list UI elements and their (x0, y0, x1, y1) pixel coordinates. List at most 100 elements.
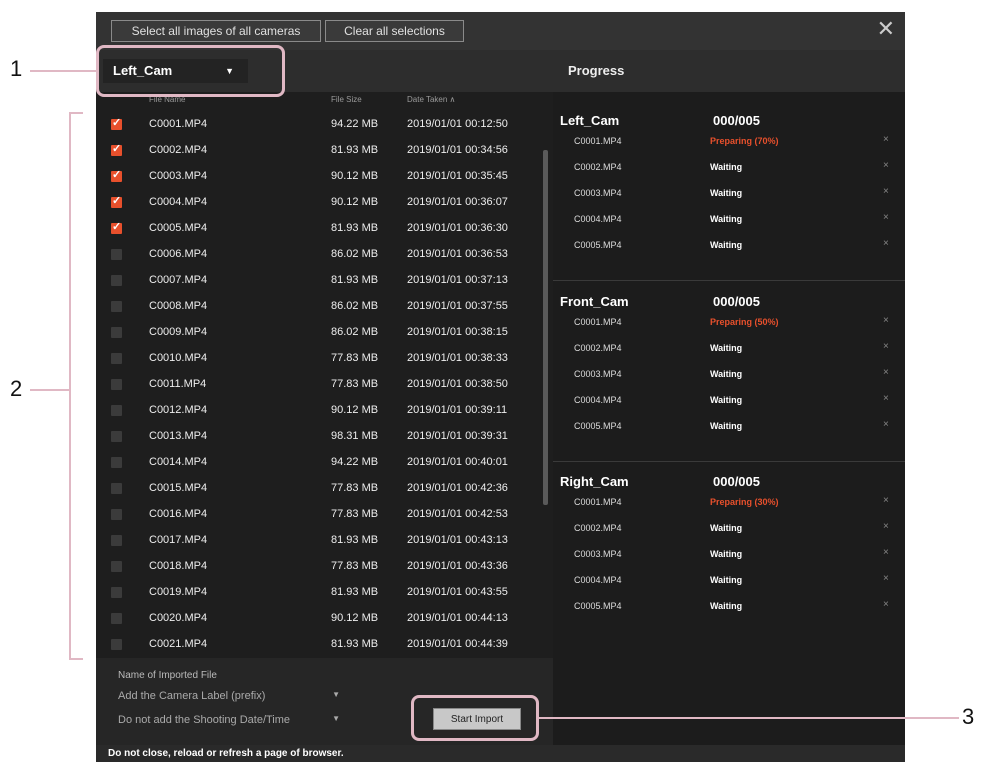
file-checkbox[interactable] (111, 561, 122, 572)
column-date-taken[interactable]: Date Taken ∧ (407, 95, 455, 104)
file-row[interactable]: C0002.MP4 81.93 MB 2019/01/01 00:34:56 (96, 138, 546, 164)
file-checkbox[interactable] (111, 116, 122, 130)
file-row[interactable]: C0006.MP4 86.02 MB 2019/01/01 00:36:53 (96, 242, 546, 268)
file-date: 2019/01/01 00:39:11 (407, 404, 508, 416)
file-date: 2019/01/01 00:37:13 (407, 274, 508, 286)
file-row[interactable]: C0014.MP4 94.22 MB 2019/01/01 00:40:01 (96, 450, 546, 476)
file-row[interactable]: C0017.MP4 81.93 MB 2019/01/01 00:43:13 (96, 528, 546, 554)
file-row[interactable]: C0021.MP4 81.93 MB 2019/01/01 00:44:39 (96, 632, 546, 658)
file-checkbox[interactable] (111, 483, 122, 494)
remove-icon[interactable]: × (883, 573, 889, 584)
file-row[interactable]: C0009.MP4 86.02 MB 2019/01/01 00:38:15 (96, 320, 546, 346)
file-row[interactable]: C0011.MP4 77.83 MB 2019/01/01 00:38:50 (96, 372, 546, 398)
file-date: 2019/01/01 00:44:39 (407, 638, 508, 650)
file-row[interactable]: C0020.MP4 90.12 MB 2019/01/01 00:44:13 (96, 606, 546, 632)
file-checkbox[interactable] (111, 327, 122, 338)
file-checkbox[interactable] (111, 220, 122, 234)
remove-icon[interactable]: × (883, 341, 889, 352)
progress-item: C0001.MP4 Preparing (50%) × (553, 312, 905, 338)
file-checkbox[interactable] (111, 379, 122, 390)
callout-bracket-2 (69, 112, 71, 660)
remove-icon[interactable]: × (883, 160, 889, 171)
file-row[interactable]: C0005.MP4 81.93 MB 2019/01/01 00:36:30 (96, 216, 546, 242)
file-name: C0015.MP4 (149, 482, 208, 494)
file-row[interactable]: C0019.MP4 81.93 MB 2019/01/01 00:43:55 (96, 580, 546, 606)
file-row[interactable]: C0016.MP4 77.83 MB 2019/01/01 00:42:53 (96, 502, 546, 528)
remove-icon[interactable]: × (883, 393, 889, 404)
file-checkbox[interactable] (111, 587, 122, 598)
file-row[interactable]: C0010.MP4 77.83 MB 2019/01/01 00:38:33 (96, 346, 546, 372)
callout-bracket-top-2 (69, 112, 83, 114)
file-checkbox[interactable] (111, 613, 122, 624)
progress-item: C0004.MP4 Waiting × (553, 390, 905, 416)
file-size: 86.02 MB (331, 300, 379, 312)
file-date: 2019/01/01 00:36:30 (407, 222, 508, 234)
remove-icon[interactable]: × (883, 315, 889, 326)
remove-icon[interactable]: × (883, 495, 889, 506)
file-checkbox[interactable] (111, 142, 122, 156)
remove-icon[interactable]: × (883, 521, 889, 532)
callout-box-1 (96, 45, 285, 97)
remove-icon[interactable]: × (883, 599, 889, 610)
file-name: C0008.MP4 (149, 300, 208, 312)
file-row[interactable]: C0001.MP4 94.22 MB 2019/01/01 00:12:50 (96, 112, 546, 138)
prefix-select[interactable]: Add the Camera Label (prefix) ▼ (118, 690, 340, 702)
file-row[interactable]: C0004.MP4 90.12 MB 2019/01/01 00:36:07 (96, 190, 546, 216)
file-checkbox[interactable] (111, 535, 122, 546)
callout-line-2 (30, 389, 69, 391)
remove-icon[interactable]: × (883, 134, 889, 145)
file-checkbox[interactable] (111, 509, 122, 520)
file-row[interactable]: C0012.MP4 90.12 MB 2019/01/01 00:39:11 (96, 398, 546, 424)
file-row[interactable]: C0007.MP4 81.93 MB 2019/01/01 00:37:13 (96, 268, 546, 294)
file-checkbox[interactable] (111, 431, 122, 442)
remove-icon[interactable]: × (883, 238, 889, 249)
clear-all-button[interactable]: Clear all selections (325, 20, 464, 42)
file-size: 81.93 MB (331, 534, 379, 546)
progress-item: C0002.MP4 Waiting × (553, 518, 905, 544)
remove-icon[interactable]: × (883, 212, 889, 223)
file-checkbox[interactable] (111, 194, 122, 208)
progress-status: Waiting (710, 240, 743, 250)
progress-camera-name: Left_Cam (560, 113, 620, 128)
progress-file: C0002.MP4 (574, 162, 622, 172)
file-checkbox[interactable] (111, 249, 122, 260)
file-checkbox[interactable] (111, 405, 122, 416)
progress-file: C0003.MP4 (574, 188, 622, 198)
file-name: C0009.MP4 (149, 326, 208, 338)
progress-file: C0002.MP4 (574, 523, 622, 533)
remove-icon[interactable]: × (883, 367, 889, 378)
date-select[interactable]: Do not add the Shooting Date/Time ▼ (118, 714, 340, 726)
warning-footer: Do not close, reload or refresh a page o… (96, 745, 905, 762)
callout-line-1 (30, 70, 96, 72)
select-all-button[interactable]: Select all images of all cameras (111, 20, 321, 42)
file-checkbox[interactable] (111, 457, 122, 468)
progress-group: Left_Cam 000/005 C0001.MP4 Preparing (70%) ×… (553, 105, 905, 280)
progress-status: Preparing (70%) (710, 136, 779, 146)
scrollbar[interactable] (543, 150, 548, 505)
file-checkbox[interactable] (111, 353, 122, 364)
file-date: 2019/01/01 00:43:13 (407, 534, 508, 546)
file-checkbox[interactable] (111, 301, 122, 312)
file-date: 2019/01/01 00:38:50 (407, 378, 508, 390)
file-date: 2019/01/01 00:42:53 (407, 508, 508, 520)
progress-item: C0004.MP4 Waiting × (553, 209, 905, 235)
file-row[interactable]: C0015.MP4 77.83 MB 2019/01/01 00:42:36 (96, 476, 546, 502)
callout-number-3: 3 (962, 704, 975, 729)
remove-icon[interactable]: × (883, 186, 889, 197)
file-row[interactable]: C0008.MP4 86.02 MB 2019/01/01 00:37:55 (96, 294, 546, 320)
file-row[interactable]: C0018.MP4 77.83 MB 2019/01/01 00:43:36 (96, 554, 546, 580)
file-checkbox[interactable] (111, 168, 122, 182)
remove-icon[interactable]: × (883, 547, 889, 558)
column-file-size[interactable]: File Size (331, 95, 362, 104)
remove-icon[interactable]: × (883, 419, 889, 430)
progress-file: C0002.MP4 (574, 343, 622, 353)
file-checkbox[interactable] (111, 639, 122, 650)
close-icon[interactable]: ✕ (877, 16, 895, 42)
progress-status: Waiting (710, 421, 743, 431)
file-row[interactable]: C0003.MP4 90.12 MB 2019/01/01 00:35:45 (96, 164, 546, 190)
file-row[interactable]: C0013.MP4 98.31 MB 2019/01/01 00:39:31 (96, 424, 546, 450)
file-name: C0014.MP4 (149, 456, 208, 468)
progress-item: C0004.MP4 Waiting × (553, 570, 905, 596)
file-checkbox[interactable] (111, 275, 122, 286)
file-name: C0003.MP4 (149, 170, 208, 182)
